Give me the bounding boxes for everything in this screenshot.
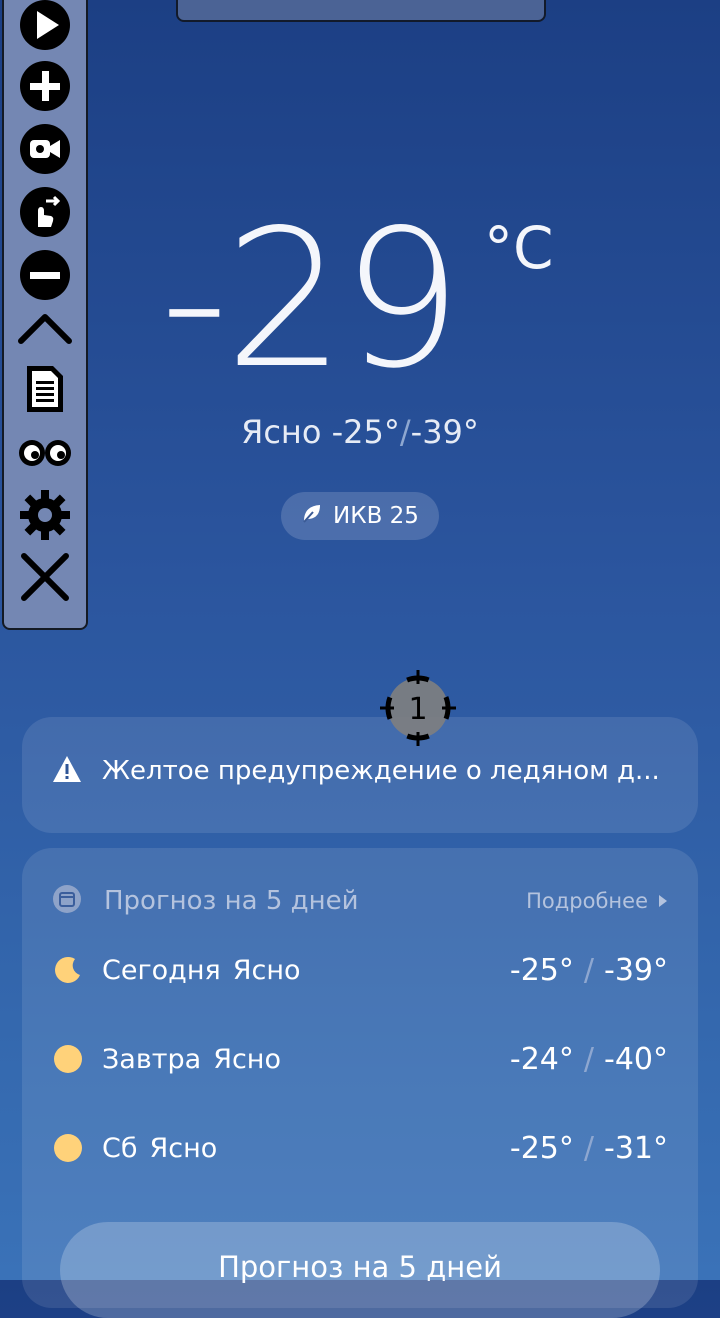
forecast-high: -25° [509, 952, 574, 988]
forecast-more-link[interactable]: Подробнее [526, 889, 668, 913]
temperature-unit: °C [484, 214, 554, 282]
swipe-icon[interactable] [16, 183, 74, 241]
forecast-day: Сегодня [102, 954, 221, 986]
aqi-badge[interactable]: ИКВ 25 [281, 492, 439, 540]
aqi-label: ИКВ 25 [333, 503, 419, 529]
weather-summary: Ясно -25°/-39° [0, 410, 720, 454]
weather-alert-card[interactable]: Желтое предупреждение о ледяном д... [22, 717, 698, 833]
forecast-condition: Ясно [213, 1043, 281, 1075]
forecast-day: Завтра [102, 1043, 202, 1075]
automation-toolbar [2, 0, 88, 630]
five-day-forecast-button[interactable]: Прогноз на 5 дней [60, 1222, 660, 1318]
forecast-low: -40° [604, 1041, 668, 1077]
forecast-day: Сб [102, 1132, 138, 1164]
leaf-icon [301, 502, 323, 530]
sun-icon [52, 1132, 84, 1164]
forecast-row[interactable]: Завтра Ясно -24° / -40° [52, 1034, 668, 1084]
plus-icon[interactable] [16, 57, 74, 115]
forecast-temps: -24° / -40° [509, 1041, 668, 1077]
sun-icon [52, 1043, 84, 1075]
condition-text: Ясно [241, 413, 322, 451]
forecast-condition: Ясно [149, 1132, 218, 1164]
camera-icon[interactable] [16, 120, 74, 178]
minus-icon[interactable] [16, 246, 74, 304]
forecast-temps: -25° / -39° [509, 952, 668, 988]
gear-icon[interactable] [16, 486, 74, 544]
top-panel [176, 0, 546, 22]
current-temperature: -29 °C [160, 200, 580, 400]
warning-icon [52, 755, 82, 787]
forecast-high: -24° [509, 1041, 574, 1077]
forecast-low: -39° [604, 952, 668, 988]
forecast-row[interactable]: Сб Ясно -25° / -31° [52, 1123, 668, 1173]
low-temp: -39° [410, 413, 479, 451]
forecast-condition: Ясно [232, 954, 301, 986]
moon-icon [52, 954, 84, 986]
play-icon[interactable] [16, 0, 74, 54]
high-temp: -25° [331, 413, 400, 451]
temperature-value: -29 [160, 189, 462, 410]
more-label: Подробнее [526, 889, 648, 913]
forecast-header: Прогноз на 5 дней Подробнее [52, 878, 668, 924]
forecast-title: Прогноз на 5 дней [104, 886, 359, 916]
forecast-high: -25° [509, 1130, 574, 1166]
alert-text: Желтое предупреждение о ледяном д... [102, 756, 660, 786]
caret-right-icon [658, 889, 668, 913]
forecast-row[interactable]: Сегодня Ясно -25° / -39° [52, 945, 668, 995]
temp-separator: / [399, 413, 411, 451]
close-icon[interactable] [16, 548, 74, 606]
calendar-icon [52, 884, 82, 918]
marker-number: 1 [408, 692, 427, 727]
chevron-up-icon[interactable] [16, 298, 74, 356]
forecast-low: -31° [604, 1130, 668, 1166]
forecast-temps: -25° / -31° [509, 1130, 668, 1166]
crosshair-marker: 1 [378, 668, 458, 748]
